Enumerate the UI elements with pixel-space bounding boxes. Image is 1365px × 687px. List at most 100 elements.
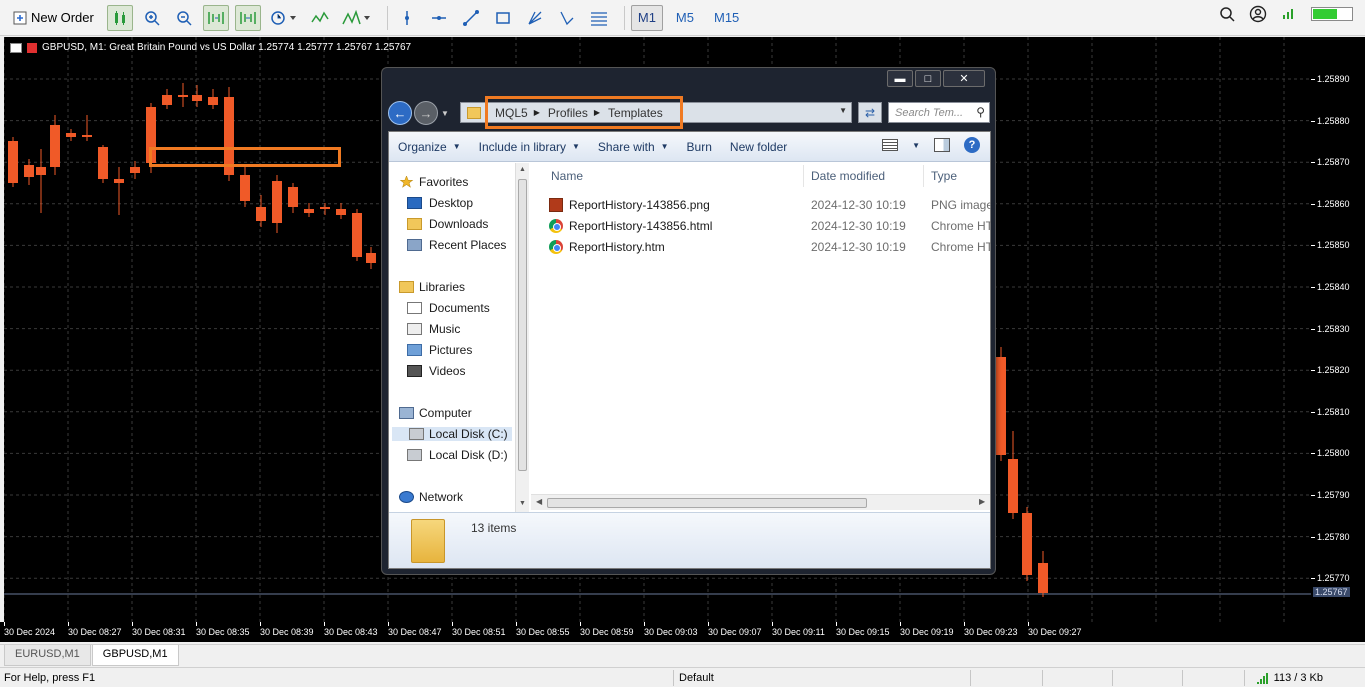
nav-downloads[interactable]: Downloads — [407, 217, 488, 231]
new-order-button[interactable]: New Order — [8, 5, 101, 31]
nav-computer[interactable]: Computer — [399, 406, 472, 420]
command-bar: Organize ▼ Include in library ▼ Share with… — [389, 132, 990, 162]
nav-local-disk-d[interactable]: Local Disk (D:) — [407, 448, 508, 462]
file-date: 2024-12-30 10:19 — [811, 219, 906, 233]
nav-pictures[interactable]: Pictures — [407, 343, 472, 357]
column-divider[interactable] — [803, 165, 804, 187]
candle-body — [8, 141, 18, 183]
signal-level-icon[interactable] — [1281, 5, 1297, 23]
nav-recent-places[interactable]: Recent Places — [407, 238, 506, 252]
help-icon[interactable]: ? — [964, 137, 980, 153]
nav-documents[interactable]: Documents — [407, 301, 490, 315]
search-icon[interactable] — [1219, 6, 1235, 22]
fibonacci-button[interactable] — [586, 5, 612, 31]
auto-scroll-button[interactable] — [202, 4, 229, 31]
traffic-label: 113 / 3 Kb — [1273, 672, 1323, 684]
time-tick-label: 30 Dec 08:59 — [580, 622, 634, 637]
new-folder-button[interactable]: New folder — [721, 140, 796, 154]
periods-button[interactable] — [267, 5, 301, 31]
timeframe-m1-button[interactable]: M1 — [630, 4, 663, 31]
scrollbar-thumb[interactable] — [518, 179, 527, 471]
column-divider[interactable] — [923, 165, 924, 187]
file-row[interactable]: ReportHistory-143856.png 2024-12-30 10:1… — [545, 195, 991, 215]
scroll-right-icon[interactable]: ▶ — [979, 497, 985, 506]
back-button[interactable]: ← — [388, 101, 412, 125]
status-profile[interactable]: Default — [679, 672, 714, 684]
time-tick-label: 30 Dec 08:39 — [260, 622, 314, 637]
nav-local-disk-c[interactable]: Local Disk (C:) — [392, 427, 512, 441]
chart-tabs: EURUSD,M1 GBPUSD,M1 — [0, 644, 1365, 666]
indicators-list-button[interactable] — [339, 5, 375, 31]
clock-icon — [271, 10, 296, 25]
account-icon[interactable] — [1249, 5, 1267, 23]
price-tick-label: 1.25880 — [1311, 115, 1350, 126]
recent-pages-dropdown[interactable]: ▼ — [441, 109, 449, 118]
forward-arrow-icon: → — [419, 105, 433, 121]
vertical-line-button[interactable] — [394, 5, 420, 31]
navigation-scrollbar[interactable]: ▲ ▼ — [515, 163, 529, 512]
scroll-up-icon[interactable]: ▲ — [519, 166, 526, 173]
refresh-button[interactable]: ⇄ — [858, 102, 882, 123]
tab-gbpusd[interactable]: GBPUSD,M1 — [91, 645, 179, 666]
price-tick-label: 1.25860 — [1311, 198, 1350, 209]
organize-button[interactable]: Organize ▼ — [389, 140, 470, 154]
scroll-left-icon[interactable]: ◀ — [536, 497, 542, 506]
timeframe-m15-button[interactable]: M15 — [707, 5, 746, 31]
zoom-in-button[interactable] — [139, 5, 165, 31]
candlestick-chart-button[interactable] — [106, 4, 133, 31]
column-type[interactable]: Type — [925, 163, 957, 189]
candle-body — [256, 207, 266, 221]
nav-favorites[interactable]: Favorites — [399, 175, 468, 189]
include-in-library-button[interactable]: Include in library ▼ — [470, 140, 589, 154]
search-icon[interactable]: ⚲ — [976, 105, 985, 119]
scrollbar-thumb[interactable] — [547, 498, 867, 508]
timeframe-m5-button[interactable]: M5 — [669, 5, 701, 31]
nav-music[interactable]: Music — [407, 322, 460, 336]
tab-eurusd[interactable]: EURUSD,M1 — [4, 645, 91, 666]
chevron-down-icon[interactable]: ▼ — [839, 106, 847, 115]
file-row[interactable]: ReportHistory-143856.html 2024-12-30 10:… — [545, 216, 991, 236]
preview-pane-icon[interactable] — [934, 138, 950, 152]
burn-label: Burn — [686, 139, 712, 154]
nav-videos[interactable]: Videos — [407, 364, 465, 378]
rectangle-button[interactable] — [490, 5, 516, 31]
new-order-label: New Order — [31, 10, 94, 25]
share-with-button[interactable]: Share with ▼ — [589, 140, 678, 154]
price-tick-label: 1.25840 — [1311, 282, 1350, 292]
change-view-icon[interactable] — [882, 139, 899, 151]
nav-libraries[interactable]: Libraries — [399, 280, 465, 294]
chart-shift-button[interactable] — [234, 4, 261, 31]
andrews-pitchfork-button[interactable] — [554, 5, 580, 31]
minimize-button[interactable]: ▬ — [887, 70, 913, 87]
price-tick-label: 1.25770 — [1311, 573, 1350, 584]
indicators-button[interactable] — [307, 5, 333, 31]
time-tick-label: 30 Dec 09:03 — [644, 622, 698, 637]
maximize-button[interactable]: □ — [915, 70, 941, 87]
column-name[interactable]: Name — [545, 163, 583, 189]
candle-body — [24, 165, 34, 177]
price-tick-label: 1.25800 — [1311, 448, 1350, 459]
forward-button[interactable]: → — [414, 101, 438, 125]
chevron-down-icon[interactable]: ▼ — [912, 141, 920, 150]
price-axis: 1.25767 1.25890 1.25880 1.25870 1.25860 1.25… — [1311, 37, 1365, 622]
burn-button[interactable]: Burn — [678, 140, 721, 154]
column-date-modified[interactable]: Date modified — [805, 163, 885, 189]
close-button[interactable]: ✕ — [943, 70, 985, 87]
zoom-out-button[interactable] — [171, 5, 197, 31]
price-tick-label: 1.25870 — [1311, 157, 1350, 168]
trend-line-button[interactable] — [458, 5, 484, 31]
status-traffic[interactable]: 113 / 3 Kb — [1256, 672, 1323, 684]
navigation-row: ← → ▼ MQL5 ▶ Profiles ▶ Templates ▼ ⇄ Se… — [388, 98, 990, 128]
new-order-icon — [13, 11, 27, 24]
search-box[interactable]: Search Tem... ⚲ — [888, 102, 990, 123]
scroll-down-icon[interactable]: ▼ — [519, 500, 526, 507]
horizontal-scrollbar[interactable]: ◀ ▶ — [531, 494, 990, 510]
fibonacci-fan-button[interactable] — [522, 5, 548, 31]
nav-network[interactable]: Network — [399, 490, 463, 504]
horizontal-line-button[interactable] — [426, 5, 452, 31]
nav-desktop[interactable]: Desktop — [407, 196, 473, 210]
candle-body — [98, 147, 108, 179]
file-row[interactable]: ReportHistory.htm 2024-12-30 10:19 Chrom… — [545, 237, 991, 257]
file-type: PNG image — [931, 198, 991, 212]
folder-icon — [411, 519, 445, 563]
